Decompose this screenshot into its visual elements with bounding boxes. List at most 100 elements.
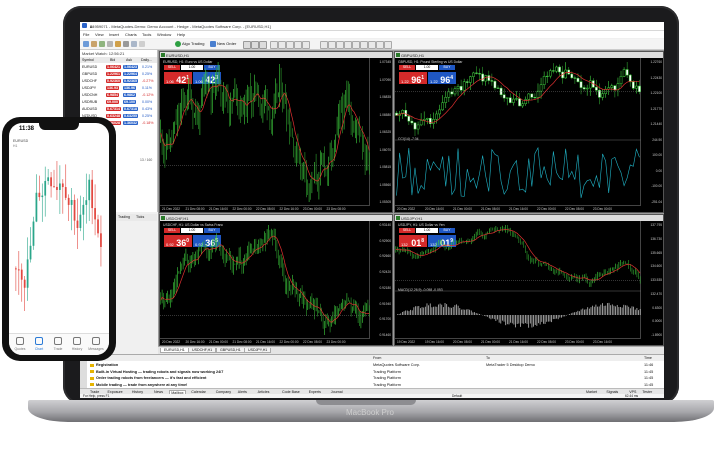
app-icon bbox=[82, 23, 87, 28]
menu-insert[interactable]: Insert bbox=[109, 32, 119, 37]
profiles-icon[interactable] bbox=[99, 41, 105, 47]
row-daily: 0.43% bbox=[142, 107, 153, 111]
candle-body bbox=[601, 93, 604, 98]
chart-tab-usdchf[interactable]: USDCHF,H1 bbox=[188, 348, 217, 353]
price-tick: 244.90 bbox=[652, 137, 662, 142]
price-plot[interactable] bbox=[160, 58, 370, 206]
zoom-out-icon[interactable] bbox=[278, 41, 286, 49]
menu-file[interactable]: File bbox=[83, 32, 89, 37]
col-time[interactable]: Time bbox=[644, 356, 652, 360]
candle-body bbox=[487, 75, 491, 81]
price-axis[interactable]: 137.795 136.730 135.665 134.600 133.535 132.4… bbox=[640, 221, 663, 339]
market-watch-row[interactable]: EURUSD 1.06421 1.06423 0.21% bbox=[80, 64, 157, 71]
vertical-line-icon[interactable] bbox=[336, 41, 344, 49]
phone-tab-trade[interactable]: Trade bbox=[49, 337, 67, 351]
time-axis[interactable]: 21 Dec 2022 21 Dec 08:00 21 Dec 16:00 22 De… bbox=[160, 205, 370, 212]
chart-tab-eurusd[interactable]: EURUSD,H1 bbox=[160, 348, 189, 353]
market-watch-row[interactable]: USDCHF 0.92360 0.92365 -0.27% bbox=[80, 78, 157, 85]
menu-tools[interactable]: Tools bbox=[142, 32, 151, 37]
time-axis[interactable]: 20 Dec 2022 20 Dec 16:00 21 Dec 00:00 21 De… bbox=[395, 205, 641, 212]
text-icon[interactable] bbox=[376, 41, 384, 49]
horizontal-line-icon[interactable] bbox=[344, 41, 352, 49]
periods-icon[interactable] bbox=[302, 41, 310, 49]
row-ask: 1.22964 bbox=[123, 72, 138, 76]
market-watch-row[interactable]: GBPUSD 1.22961 1.22964 0.25% bbox=[80, 71, 157, 78]
chart-tab-gbpusd[interactable]: GBPUSD,H1 bbox=[216, 348, 245, 353]
price-plot[interactable] bbox=[395, 58, 641, 206]
market-watch-row[interactable]: USDRUB 69.000 69.100 0.00% bbox=[80, 99, 157, 106]
market-watch-row[interactable]: USDJPY 136.93 136.96 0.11% bbox=[80, 85, 157, 92]
strategy-tester-icon[interactable] bbox=[139, 41, 145, 47]
phone-tab-messages[interactable]: Messages bbox=[87, 337, 105, 351]
candle-body bbox=[496, 87, 500, 89]
tab-trading[interactable]: Trading bbox=[118, 215, 130, 219]
mail-row[interactable]: Mobile trading — trade from anywhere at … bbox=[88, 382, 664, 388]
market-watch-icon[interactable] bbox=[107, 41, 113, 47]
bar-chart-icon[interactable] bbox=[243, 41, 251, 49]
market-watch-row[interactable]: USDCNH 6.9854 6.9862 -0.12% bbox=[80, 92, 157, 99]
toolbox-icon[interactable] bbox=[123, 41, 129, 47]
tab-ticks[interactable]: Ticks bbox=[136, 215, 144, 219]
fibonacci-icon[interactable] bbox=[368, 41, 376, 49]
menu-view[interactable]: View bbox=[95, 32, 104, 37]
price-axis[interactable]: 1.07345 1.07090 1.06835 1.06580 1.06325 1.060… bbox=[369, 58, 392, 206]
open-icon[interactable] bbox=[91, 41, 97, 47]
line-chart-icon[interactable] bbox=[259, 41, 267, 49]
menu-help[interactable]: Help bbox=[177, 32, 185, 37]
col-bid[interactable]: Bid bbox=[110, 58, 115, 62]
col-symbol[interactable]: Symbol bbox=[82, 58, 94, 62]
col-from[interactable]: From bbox=[373, 356, 381, 360]
price-axis[interactable]: 0.93140 0.92900 0.92660 0.92420 0.92180 0.919… bbox=[369, 221, 392, 339]
shapes-icon[interactable] bbox=[384, 41, 392, 49]
chart-window-usdchf[interactable]: USDCHF,H1 USDCHF, H1: US Dollar vs Swiss … bbox=[159, 214, 393, 346]
candle-body bbox=[533, 97, 537, 99]
mail-row[interactable]: Order trading robots from freelancers — … bbox=[88, 375, 664, 381]
tile-windows-icon[interactable] bbox=[286, 41, 294, 49]
zoom-in-icon[interactable] bbox=[270, 41, 278, 49]
menu-charts[interactable]: Charts bbox=[125, 32, 137, 37]
phone-tab-chart[interactable]: Chart bbox=[30, 337, 48, 351]
new-order-button[interactable]: New Order bbox=[217, 41, 236, 46]
trendline-icon[interactable] bbox=[352, 41, 360, 49]
price-tick: 1.05305 bbox=[379, 200, 391, 204]
candle-body bbox=[524, 99, 528, 104]
price-plot[interactable] bbox=[395, 221, 641, 339]
col-ask[interactable]: Ask bbox=[126, 58, 132, 62]
new-chart-icon[interactable] bbox=[83, 41, 89, 47]
col-to[interactable]: To bbox=[486, 356, 490, 360]
phone-tab-history[interactable]: History bbox=[68, 337, 86, 351]
time-tick: 20 Dec 16:00 bbox=[185, 340, 205, 344]
chart-window-usdjpy[interactable]: USDJPY,H1 USDJPY, H1: US Dollar vs Yen SEL… bbox=[394, 214, 664, 346]
price-plot[interactable] bbox=[160, 221, 370, 339]
mail-row[interactable]: Registration MetaQuotes Software Corp. Met… bbox=[88, 362, 664, 368]
new-order-icon[interactable] bbox=[210, 41, 216, 47]
mail-row[interactable]: Built-in Virtual Hosting — trading robot… bbox=[88, 369, 664, 375]
chart-window-gbpusd[interactable]: GBPUSD,H1 GBPUSD, H1: Pound Sterling vs U… bbox=[394, 51, 664, 213]
candle-body bbox=[450, 91, 454, 95]
data-window-icon[interactable] bbox=[131, 41, 137, 47]
candlestick-icon[interactable] bbox=[251, 41, 259, 49]
chart-tab-usdjpy[interactable]: USDJPY,H1 bbox=[244, 348, 272, 353]
menu-window[interactable]: Window bbox=[157, 32, 171, 37]
crosshair-icon[interactable] bbox=[328, 41, 336, 49]
chart-window-eurusd[interactable]: EURUSD,H1 EURUSD, H1: Euro vs US Dollar SE… bbox=[159, 51, 393, 213]
indicators-icon[interactable] bbox=[294, 41, 302, 49]
cursor-icon[interactable] bbox=[320, 41, 328, 49]
price-axis[interactable]: 1.22760 1.22430 1.22100 1.21770 1.21440 244.9… bbox=[640, 58, 663, 206]
close-icon[interactable]: × bbox=[90, 24, 660, 29]
channel-icon[interactable] bbox=[360, 41, 368, 49]
candle-body bbox=[410, 120, 414, 124]
algo-trading-button[interactable]: Algo Trading bbox=[182, 41, 204, 46]
time-axis[interactable]: 19 Dec 2022 19 Dec 16:00 20 Dec 08:00 21 De… bbox=[395, 338, 641, 345]
time-axis[interactable]: 20 Dec 2022 20 Dec 16:00 21 Dec 00:00 21 De… bbox=[160, 338, 370, 345]
phone-candle-chart[interactable] bbox=[9, 141, 109, 329]
phone-candle-body bbox=[44, 180, 47, 196]
market-watch-row[interactable]: AUDUSD 0.67314 0.67318 0.43% bbox=[80, 106, 157, 113]
phone-tab-quotes[interactable]: Quotes bbox=[11, 337, 29, 351]
envelope-icon bbox=[90, 376, 94, 380]
time-tick: 23 Dec 00:00 bbox=[565, 340, 584, 344]
col-daily[interactable]: Daily... bbox=[141, 58, 152, 62]
navigator-icon[interactable] bbox=[115, 41, 121, 47]
status-bar: For Help, press F1 Default 62.44 ms bbox=[80, 394, 664, 398]
algo-trading-icon[interactable] bbox=[175, 41, 181, 47]
